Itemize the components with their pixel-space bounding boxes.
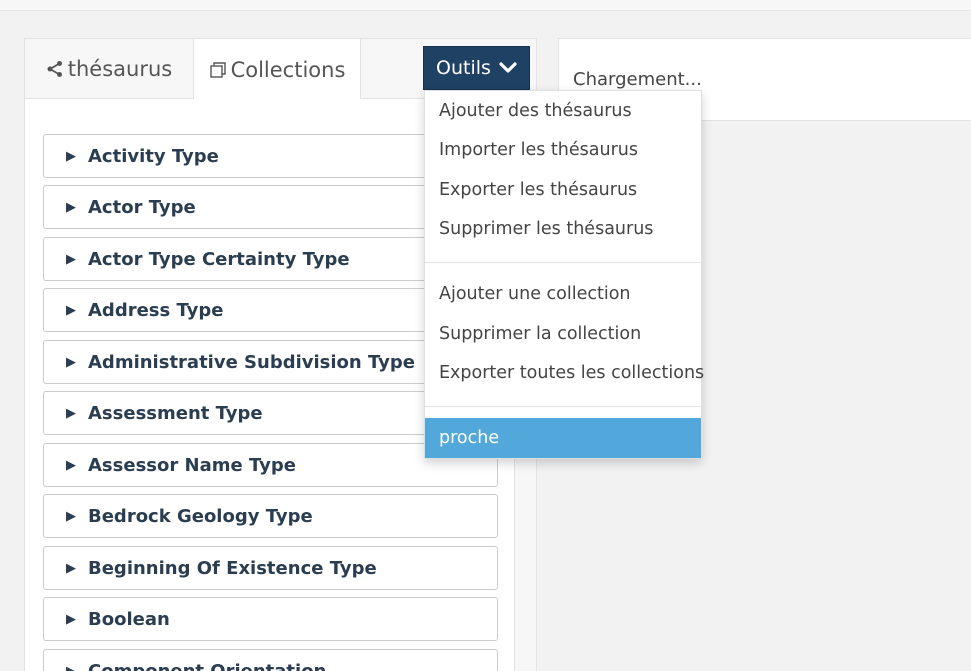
tab-thesaurus[interactable]: thésaurus [25,39,193,99]
chevron-down-icon [499,61,517,75]
tools-dropdown-menu: Ajouter des thésaurus Importer les thésa… [424,90,704,459]
list-item-label: Actor Type Certainty Type [88,248,350,270]
expand-triangle-icon: ▶ [66,199,76,215]
expand-triangle-icon: ▶ [66,457,76,473]
menu-divider [425,406,701,407]
expand-triangle-icon: ▶ [66,251,76,267]
expand-triangle-icon: ▶ [66,611,76,627]
list-item-label: Administrative Subdivision Type [88,351,415,373]
list-item-label: Component Orientation [88,660,327,671]
list-item[interactable]: ▶ Boolean [43,597,498,641]
expand-triangle-icon: ▶ [66,148,76,164]
top-bar [0,0,971,11]
menu-item-delete-collection[interactable]: Supprimer la collection [425,317,701,351]
share-icon [46,60,64,78]
loading-text: Chargement... [573,69,702,90]
list-item-label: Beginning Of Existence Type [88,557,377,579]
list-item[interactable]: ▶ Beginning Of Existence Type [43,546,498,590]
menu-item-add-collection[interactable]: Ajouter une collection [425,277,701,311]
list-item-label: Activity Type [88,145,219,167]
menu-item-close[interactable]: proche [425,418,701,458]
copy-icon [209,61,227,79]
menu-item-export-thesaurus[interactable]: Exporter les thésaurus [425,173,701,207]
expand-triangle-icon: ▶ [66,405,76,421]
list-item-label: Bedrock Geology Type [88,505,313,527]
expand-triangle-icon: ▶ [66,663,76,671]
list-item-label: Address Type [88,299,224,321]
tab-collections-label: Collections [230,57,346,82]
menu-item-export-all-collections[interactable]: Exporter toutes les collections [425,356,704,390]
tools-button-label: Outils [436,57,491,79]
tools-dropdown-button[interactable]: Outils [423,46,530,90]
expand-triangle-icon: ▶ [66,508,76,524]
menu-item-import-thesaurus[interactable]: Importer les thésaurus [425,133,701,167]
tab-thesaurus-label: thésaurus [67,57,173,81]
expand-triangle-icon: ▶ [66,302,76,318]
list-item[interactable]: ▶ Bedrock Geology Type [43,494,498,538]
expand-triangle-icon: ▶ [66,560,76,576]
tab-collections[interactable]: Collections [193,39,361,100]
menu-item-add-thesaurus[interactable]: Ajouter des thésaurus [425,94,701,128]
menu-item-delete-thesaurus[interactable]: Supprimer les thésaurus [425,212,701,246]
expand-triangle-icon: ▶ [66,354,76,370]
list-item-label: Assessor Name Type [88,454,296,476]
list-item-label: Boolean [88,608,170,630]
menu-divider [425,262,701,263]
list-item-label: Actor Type [88,196,196,218]
list-item[interactable]: ▶ Component Orientation [43,649,498,671]
list-item-label: Assessment Type [88,402,263,424]
